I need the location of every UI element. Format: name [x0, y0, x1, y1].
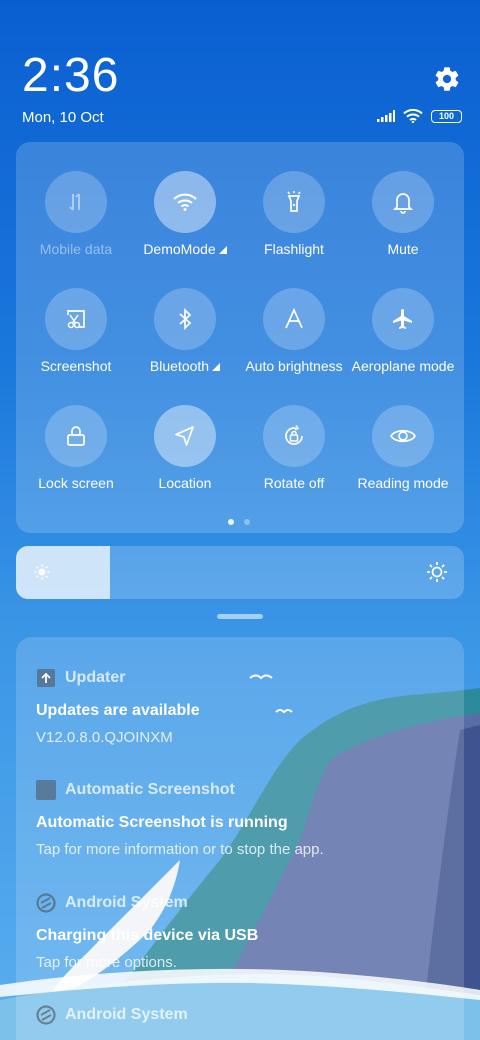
notification-automatic-screenshot[interactable]: Automatic Screenshot Automatic Screensho…: [36, 780, 456, 858]
notification-header: Automatic Screenshot: [36, 780, 456, 800]
tile-location[interactable]: Location: [130, 405, 240, 505]
settings-gear-icon[interactable]: [433, 65, 461, 93]
notification-body: Tap for more options.: [36, 954, 177, 971]
screenshot-icon: [45, 288, 107, 350]
tile-label: Mute: [387, 241, 419, 257]
tile-label-row: Bluetooth: [124, 358, 246, 374]
quick-settings-panel: Mobile data DemoMode Flashlight Mute Scr…: [16, 142, 464, 533]
notification-title: Automatic Screenshot is running: [36, 814, 288, 831]
drag-handle[interactable]: [217, 614, 263, 619]
tile-label-row: DemoMode: [124, 241, 246, 257]
tile-label: Flashlight: [264, 241, 324, 257]
tile-label: Rotate off: [263, 475, 325, 491]
more-indicator-icon: [212, 363, 221, 371]
notification-header: Updater: [36, 668, 456, 688]
notification-app-name: Android System: [65, 894, 188, 911]
android-system-icon: [36, 1005, 56, 1025]
tile-label: Screenshot: [40, 358, 112, 374]
notification-header: Android System: [36, 893, 456, 913]
tile-rotate-off[interactable]: Rotate off: [239, 405, 349, 505]
battery-level: 100: [438, 110, 455, 121]
tile-label: Mobile data: [39, 241, 113, 257]
notification-app-name: Updater: [65, 669, 126, 686]
notification-header: Android System: [36, 1005, 456, 1025]
battery-icon: 100: [431, 109, 462, 123]
more-indicator-icon: [218, 246, 227, 254]
rotate-lock-icon: [263, 405, 325, 467]
airplane-icon: [372, 288, 434, 350]
notifications-panel: Updater Updates are available V12.0.8.0.…: [16, 637, 464, 1040]
notification-title: Updates are available: [36, 702, 200, 719]
tile-label: Location: [158, 475, 212, 491]
eye-icon: [372, 405, 434, 467]
wifi-status-icon: [403, 109, 423, 123]
tile-label: Bluetooth: [149, 358, 210, 374]
mobile-data-icon: [45, 171, 107, 233]
clock-time: 2:36: [22, 49, 120, 102]
auto-brightness-icon: [263, 288, 325, 350]
bell-icon: [372, 171, 434, 233]
tile-mobile-data[interactable]: Mobile data: [21, 171, 131, 271]
tile-aeroplane-mode[interactable]: Aeroplane mode: [348, 288, 458, 388]
notification-android-system[interactable]: Android System Charging this device via …: [36, 893, 456, 971]
tile-flashlight[interactable]: Flashlight: [239, 171, 349, 271]
notification-android-system-2[interactable]: Android System: [36, 1005, 456, 1025]
flashlight-icon: [263, 171, 325, 233]
notification-body: Tap for more information or to stop the …: [36, 841, 324, 858]
cell-signal-icon: [377, 110, 395, 122]
tile-label: Reading mode: [357, 475, 449, 491]
brightness-fill: [16, 546, 110, 599]
updater-icon: [36, 668, 56, 688]
bluetooth-icon: [154, 288, 216, 350]
tile-auto-brightness[interactable]: Auto brightness: [239, 288, 349, 388]
page-indicator: [228, 519, 250, 525]
lock-icon: [45, 405, 107, 467]
tile-reading-mode[interactable]: Reading mode: [348, 405, 458, 505]
tile-screenshot[interactable]: Screenshot: [21, 288, 131, 388]
tile-label: Lock screen: [38, 475, 114, 491]
brightness-low-icon: [34, 564, 50, 580]
notification-app-name: Android System: [65, 1006, 188, 1023]
notification-body: V12.0.8.0.QJOINXM: [36, 729, 173, 746]
status-bar: 100: [377, 109, 462, 123]
tile-lock-screen[interactable]: Lock screen: [21, 405, 131, 505]
location-icon: [154, 405, 216, 467]
tile-demomode[interactable]: DemoMode: [130, 171, 240, 271]
page-dot[interactable]: [244, 519, 250, 525]
brightness-high-icon: [427, 562, 447, 582]
clock-date: Mon, 10 Oct: [22, 109, 104, 126]
notification-updater[interactable]: Updater Updates are available V12.0.8.0.…: [36, 668, 456, 746]
page-dot[interactable]: [228, 519, 234, 525]
tile-mute[interactable]: Mute: [348, 171, 458, 271]
notification-title: Charging this device via USB: [36, 927, 259, 944]
brightness-slider[interactable]: [16, 546, 464, 599]
notification-app-name: Automatic Screenshot: [65, 781, 235, 798]
tile-label: Auto brightness: [245, 358, 343, 374]
screenshot-app-icon: [36, 780, 56, 800]
tile-label: DemoMode: [143, 241, 216, 257]
tile-label: Aeroplane mode: [351, 358, 455, 374]
wifi-icon: [154, 171, 216, 233]
android-system-icon: [36, 893, 56, 913]
tile-bluetooth[interactable]: Bluetooth: [130, 288, 240, 388]
